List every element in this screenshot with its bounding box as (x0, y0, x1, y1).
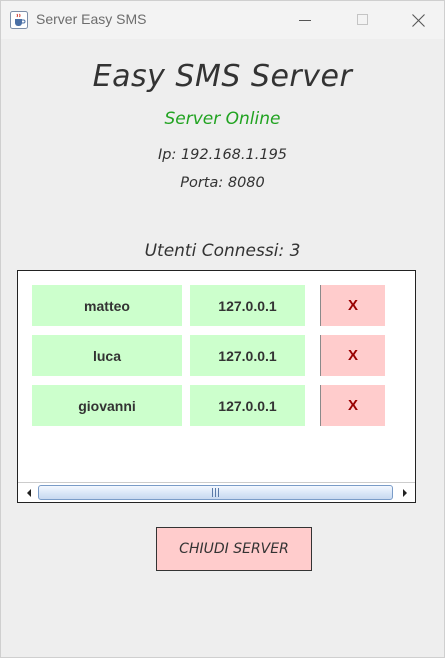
server-port: Porta: 8080 (180, 175, 265, 191)
minimize-button[interactable] (276, 1, 334, 39)
close-server-button[interactable]: CHIUDI SERVER (156, 527, 312, 571)
kick-user-button[interactable]: X (320, 285, 385, 326)
app-title: Easy SMS Server (92, 59, 353, 94)
window-title: Server Easy SMS (36, 11, 147, 27)
scroll-left-button[interactable] (19, 483, 38, 502)
java-cup-icon (10, 11, 28, 29)
user-name: luca (32, 335, 182, 376)
user-ip: 127.0.0.1 (190, 335, 305, 376)
users-list-panel[interactable]: matteo 127.0.0.1 X luca 127.0.0.1 X giov… (17, 270, 416, 503)
maximize-button[interactable] (334, 1, 392, 39)
user-ip: 127.0.0.1 (190, 285, 305, 326)
close-icon (411, 13, 425, 27)
kick-user-button[interactable]: X (320, 335, 385, 376)
arrow-left-icon (26, 488, 31, 497)
user-name: matteo (32, 285, 182, 326)
title-bar[interactable]: Server Easy SMS (1, 1, 444, 39)
maximize-icon (357, 14, 368, 25)
scrollbar-thumb[interactable] (38, 485, 393, 500)
server-ip: Ip: 192.168.1.195 (157, 147, 288, 163)
close-button[interactable] (392, 1, 444, 39)
server-window: Server Easy SMS Easy SMS Server Server O… (0, 0, 445, 658)
arrow-right-icon (402, 488, 407, 497)
horizontal-scrollbar[interactable] (18, 482, 415, 502)
user-name: giovanni (32, 385, 182, 426)
user-ip: 127.0.0.1 (190, 385, 305, 426)
minimize-icon (299, 20, 311, 21)
grip-icon (212, 488, 219, 497)
scroll-right-button[interactable] (395, 483, 414, 502)
kick-user-button[interactable]: X (320, 385, 385, 426)
server-status: Server Online (164, 109, 281, 129)
connected-users-label: Utenti Connessi: 3 (144, 241, 301, 261)
